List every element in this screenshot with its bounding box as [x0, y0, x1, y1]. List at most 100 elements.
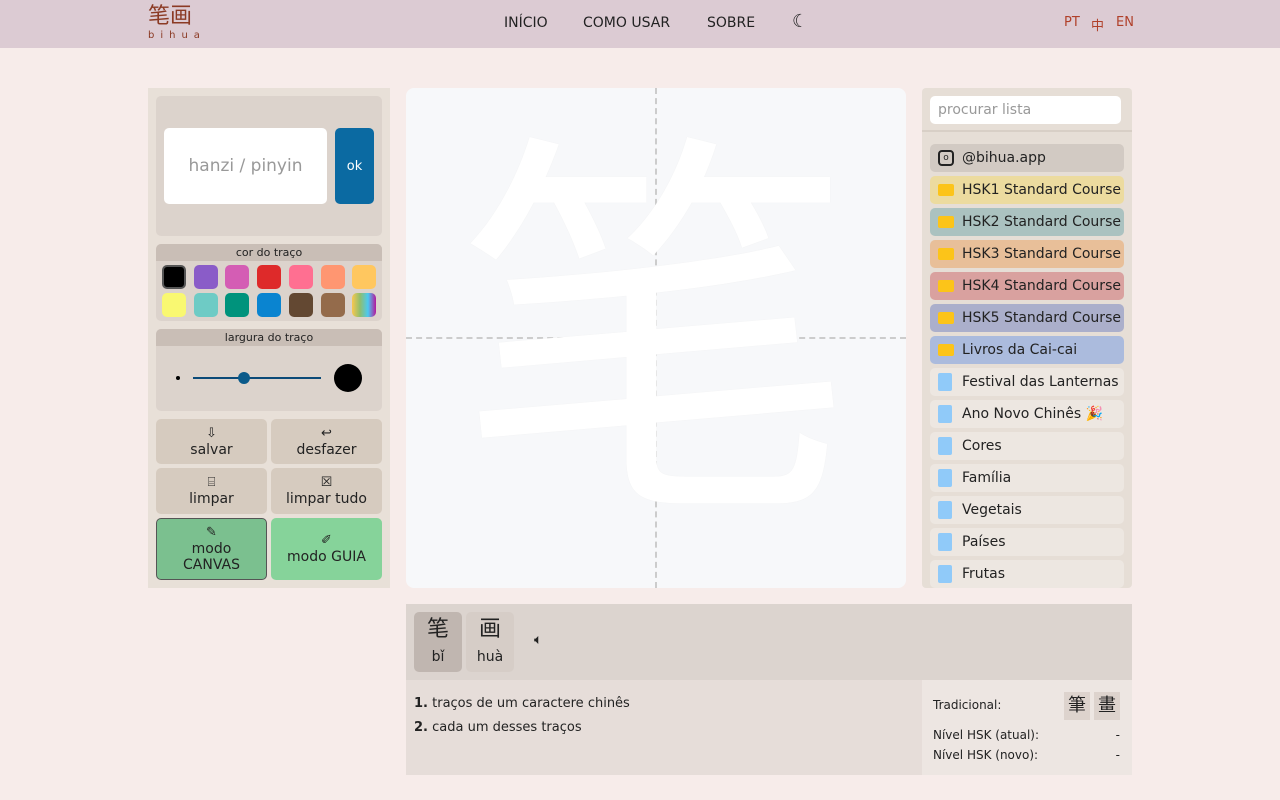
document-icon — [938, 437, 952, 455]
color-swatch[interactable] — [257, 293, 282, 317]
clear-all-label: limpar tudo — [286, 491, 367, 507]
folder-item[interactable]: HSK1 Standard Course — [930, 176, 1124, 204]
folder-item[interactable]: HSK5 Standard Course — [930, 304, 1124, 332]
color-swatch[interactable] — [193, 265, 218, 289]
pinyin: bǐ — [431, 649, 445, 665]
lang-en[interactable]: EN — [1116, 15, 1134, 30]
clear-label: limpar — [189, 491, 234, 507]
save-button[interactable]: ⇩ salvar — [156, 419, 267, 464]
clear-button[interactable]: ⌸ limpar — [156, 468, 267, 514]
folder-label: HSK4 Standard Course — [962, 278, 1121, 294]
char-tab-hua[interactable]: 画 huà — [466, 612, 514, 672]
guide-mode-label: modo GUIA — [287, 549, 366, 565]
tools-panel: hanzi / pinyin ok cor do traço largura d… — [148, 88, 390, 588]
folder-label: HSK5 Standard Course — [962, 310, 1121, 326]
moon-icon[interactable]: ☾ — [792, 11, 808, 32]
small-dot-icon — [176, 376, 180, 380]
logo-text: 笔画 — [148, 4, 193, 29]
definition-2: 2. cada um desses traços — [414, 720, 582, 735]
pen-icon: ✐ — [321, 533, 332, 548]
color-swatch[interactable] — [162, 293, 186, 317]
list-label: Família — [962, 470, 1012, 486]
width-slider[interactable] — [193, 377, 321, 379]
color-swatch[interactable] — [288, 265, 313, 289]
definition-text: traços de um caractere chinês — [432, 696, 630, 711]
list-label: Cores — [962, 438, 1002, 454]
paintbrush-icon: ✎ — [206, 525, 217, 540]
traditional-label: Tradicional: — [933, 698, 1002, 712]
document-icon — [938, 501, 952, 519]
folder-item[interactable]: HSK4 Standard Course — [930, 272, 1124, 300]
header: 笔画 bihua INÍCIO COMO USAR SOBRE ☾ PT 中 EN — [0, 0, 1280, 48]
cloud-download-icon: ⇩ — [206, 425, 217, 441]
clear-all-button[interactable]: ☒ limpar tudo — [271, 468, 382, 514]
folder-item[interactable]: HSK2 Standard Course — [930, 208, 1124, 236]
hsk-new-value: - — [1115, 748, 1120, 762]
hsk-current-label: Nível HSK (atual): — [933, 728, 1040, 742]
list-search-input[interactable]: procurar lista — [930, 96, 1121, 124]
color-swatch[interactable] — [225, 293, 250, 317]
folder-label: HSK1 Standard Course — [962, 182, 1121, 198]
document-icon — [938, 469, 952, 487]
instagram-link[interactable]: o @bihua.app — [930, 144, 1124, 172]
pinyin: huà — [476, 649, 504, 665]
ok-button[interactable]: ok — [335, 128, 374, 204]
definition-text: cada um desses traços — [432, 720, 582, 735]
lang-pt[interactable]: PT — [1064, 15, 1080, 30]
color-swatch[interactable] — [162, 265, 186, 289]
lang-zh[interactable]: 中 — [1091, 15, 1104, 34]
folder-item[interactable]: Livros da Cai-cai — [930, 336, 1124, 364]
list-label: Países — [962, 534, 1006, 550]
nav-como-usar[interactable]: COMO USAR — [583, 15, 670, 31]
color-swatch[interactable] — [225, 265, 250, 289]
traditional-char[interactable]: 筆 — [1064, 692, 1090, 720]
list-item[interactable]: Cores — [930, 432, 1124, 460]
undo-button[interactable]: ↩ desfazer — [271, 419, 382, 464]
guide-character: 笔 — [456, 105, 856, 570]
save-label: salvar — [190, 441, 233, 458]
word-meta: Tradicional: 筆 畫 Nível HSK (atual): - Ní… — [922, 680, 1132, 775]
list-item[interactable]: Vegetais — [930, 496, 1124, 524]
list-item[interactable]: Festival das Lanternas — [930, 368, 1124, 396]
folder-label: HSK3 Standard Course — [962, 246, 1121, 262]
color-title: cor do traço — [156, 244, 382, 261]
logo[interactable]: 笔画 bihua — [148, 4, 206, 41]
instagram-label: @bihua.app — [962, 150, 1046, 166]
instagram-icon: o — [938, 150, 954, 166]
document-icon — [938, 405, 952, 423]
list-item[interactable]: Ano Novo Chinês 🎉 — [930, 400, 1124, 428]
char-tab-bi[interactable]: 笔 bǐ — [414, 612, 462, 672]
hanzi-input[interactable]: hanzi / pinyin — [164, 128, 327, 204]
list-item[interactable]: Família — [930, 464, 1124, 492]
list-item[interactable]: Frutas — [930, 560, 1124, 588]
folder-item[interactable]: HSK3 Standard Course — [930, 240, 1124, 268]
document-icon — [938, 565, 952, 583]
color-swatch[interactable] — [193, 293, 218, 317]
nav-inicio[interactable]: INÍCIO — [504, 15, 548, 31]
list-label: Frutas — [962, 566, 1006, 582]
word-panel: 笔 bǐ 画 huà 🔈︎ 1. traços de um caractere ch… — [406, 604, 1132, 775]
drawing-canvas[interactable]: 笔 — [406, 88, 906, 588]
guide-mode-button[interactable]: ✐ modo GUIA — [271, 518, 382, 580]
width-box: largura do traço — [156, 329, 382, 411]
undo-icon: ↩ — [321, 425, 332, 441]
logo-pinyin: bihua — [148, 30, 206, 41]
traditional-char[interactable]: 畫 — [1094, 692, 1120, 720]
list-item[interactable]: Países — [930, 528, 1124, 556]
large-dot-icon — [334, 364, 362, 392]
nav-sobre[interactable]: SOBRE — [707, 15, 755, 31]
canvas-mode-button[interactable]: ✎ modo CANVAS — [156, 518, 267, 580]
slider-thumb[interactable] — [238, 372, 251, 384]
divider — [922, 130, 1132, 132]
speaker-icon[interactable]: 🔈︎ — [534, 632, 542, 648]
color-swatch[interactable] — [352, 265, 377, 289]
color-swatch[interactable] — [352, 293, 377, 317]
undo-label: desfazer — [296, 441, 357, 458]
color-swatch[interactable] — [320, 265, 345, 289]
folder-label: Livros da Cai-cai — [962, 342, 1078, 358]
color-swatch[interactable] — [320, 293, 345, 317]
document-icon — [938, 373, 952, 391]
color-swatch[interactable] — [288, 293, 313, 317]
folder-icon — [938, 216, 954, 228]
color-swatch[interactable] — [257, 265, 282, 289]
